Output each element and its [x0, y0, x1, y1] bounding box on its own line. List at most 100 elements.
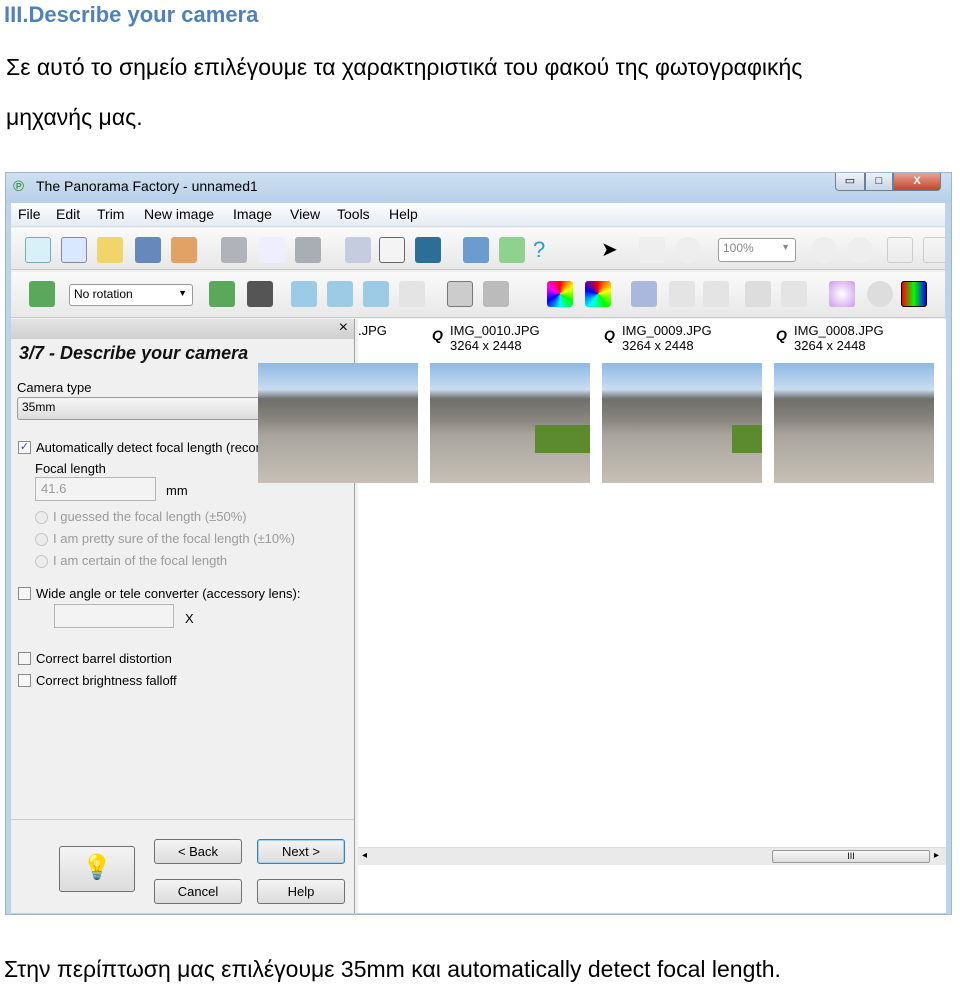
vertical-align-icon[interactable]: [703, 281, 729, 307]
open-folder-icon[interactable]: [97, 237, 123, 263]
menu-tools[interactable]: Tools: [337, 206, 370, 222]
rotation-select[interactable]: No rotation ▼: [69, 284, 193, 306]
package-icon[interactable]: [171, 237, 197, 263]
histogram-icon[interactable]: [901, 281, 927, 307]
window-title: The Panorama Factory - unnamed1: [36, 178, 258, 194]
align-icon[interactable]: [399, 281, 425, 307]
print-icon[interactable]: [295, 237, 321, 263]
app-screenshot: ℗ The Panorama Factory - unnamed1 ▭ □ X …: [5, 172, 952, 915]
hand-icon[interactable]: [639, 237, 665, 263]
color-gamut-icon[interactable]: [547, 281, 573, 307]
paste-icon[interactable]: [415, 237, 441, 263]
zoom-select[interactable]: 100% ▼: [718, 238, 796, 262]
magnifier-icon[interactable]: Q: [776, 327, 787, 343]
minimize-button[interactable]: ▭: [835, 173, 865, 191]
paragraph-line: Σε αυτό το σημείο επιλέγουμε τα χαρακτηρ…: [6, 54, 803, 80]
scroll-thumb[interactable]: III: [772, 850, 930, 863]
converter-unit: X: [185, 611, 194, 626]
menu-edit[interactable]: Edit: [56, 206, 80, 222]
magnifier-icon[interactable]: Q: [604, 327, 615, 343]
horizontal-scrollbar[interactable]: ◂ III ▸: [358, 847, 946, 865]
radio-certain[interactable]: [35, 555, 48, 568]
stitch-icon[interactable]: [631, 281, 657, 307]
radio-guessed-label: I guessed the focal length (±50%): [53, 509, 247, 524]
auto-detect-checkbox[interactable]: ✓: [18, 441, 31, 454]
color-wheel-icon[interactable]: [829, 281, 855, 307]
actual-size-icon[interactable]: [887, 237, 913, 263]
menu-file[interactable]: File: [18, 206, 41, 222]
main-toolbar: ? ➤ 100% ▼: [11, 228, 949, 270]
app-logo-icon: ℗: [13, 178, 25, 195]
barrel-label: Correct barrel distortion: [36, 651, 172, 666]
menu-trim[interactable]: Trim: [97, 206, 124, 222]
panorama-logo-icon[interactable]: [499, 237, 525, 263]
panel-divider: [11, 819, 354, 820]
menu-help[interactable]: Help: [389, 206, 418, 222]
book-icon[interactable]: [463, 237, 489, 263]
close-button[interactable]: X: [893, 173, 941, 191]
menu-new-image[interactable]: New image: [144, 206, 214, 222]
magnifier-icon[interactable]: Q: [432, 327, 443, 343]
radio-guessed[interactable]: [35, 511, 48, 524]
rotate-right-icon[interactable]: [327, 281, 353, 307]
save-icon[interactable]: [135, 237, 161, 263]
blend-icon[interactable]: [669, 281, 695, 307]
pointer-icon[interactable]: ➤: [601, 237, 627, 263]
title-bar: ℗ The Panorama Factory - unnamed1 ▭ □ X: [6, 173, 951, 203]
focal-length-input[interactable]: 41.6: [35, 477, 156, 501]
cut-icon[interactable]: [345, 237, 371, 263]
focal-unit: mm: [166, 483, 188, 498]
camera-type-label: Camera type: [17, 380, 92, 395]
cancel-button[interactable]: Cancel: [154, 879, 242, 904]
focal-length-label: Focal length: [35, 461, 106, 476]
barrel-checkbox[interactable]: [18, 652, 31, 665]
rotate-left-icon[interactable]: [291, 281, 317, 307]
converter-input[interactable]: [54, 604, 174, 628]
zoom-icon[interactable]: [675, 237, 701, 263]
image-toolbar: No rotation ▼: [11, 272, 945, 318]
panel-close-button[interactable]: ×: [339, 319, 348, 337]
crop-cut-icon[interactable]: [483, 281, 509, 307]
scroll-right-icon[interactable]: ▸: [934, 850, 939, 861]
radio-pretty-sure[interactable]: [35, 533, 48, 546]
image-thumbnail[interactable]: [774, 363, 934, 483]
zoom-out-icon[interactable]: [847, 237, 873, 263]
image-name: IMG_0008.JPG: [794, 323, 884, 338]
export-image-icon[interactable]: [209, 281, 235, 307]
wizard-icon[interactable]: [61, 237, 87, 263]
crop-image-icon[interactable]: [447, 281, 473, 307]
import-image-icon[interactable]: [29, 281, 55, 307]
filmstrip-icon[interactable]: [247, 281, 273, 307]
stretch-icon[interactable]: [745, 281, 771, 307]
scroll-left-icon[interactable]: ◂: [362, 850, 367, 861]
paragraph-line: μηχανής μας.: [6, 104, 143, 130]
menu-view[interactable]: View: [290, 206, 320, 222]
scan-icon[interactable]: [221, 237, 247, 263]
converter-checkbox[interactable]: [18, 587, 31, 600]
print-preview-icon[interactable]: [259, 237, 285, 263]
menu-image[interactable]: Image: [233, 206, 272, 222]
menu-bar: File Edit Trim New image Image View Tool…: [11, 203, 945, 227]
radio-certain-label: I am certain of the focal length: [53, 553, 228, 568]
help-button[interactable]: Help: [257, 879, 345, 904]
face-icon[interactable]: [867, 281, 893, 307]
next-button[interactable]: Next >: [257, 839, 345, 864]
brightness-checkbox[interactable]: [18, 674, 31, 687]
back-button[interactable]: < Back: [154, 839, 242, 864]
image-thumbnail[interactable]: [258, 363, 418, 483]
grid-icon[interactable]: [781, 281, 807, 307]
help-pointer-icon[interactable]: ?: [533, 237, 559, 263]
image-thumbnail[interactable]: [430, 363, 590, 483]
hint-bulb-button[interactable]: 💡: [59, 846, 135, 892]
image-name: .JPG: [358, 323, 387, 338]
rotate-180-icon[interactable]: [363, 281, 389, 307]
copy-icon[interactable]: [379, 237, 405, 263]
zoom-in-icon[interactable]: [811, 237, 837, 263]
lightbulb-icon: 💡: [82, 854, 112, 881]
color-inspect-icon[interactable]: [585, 281, 611, 307]
fit-icon[interactable]: [923, 237, 949, 263]
image-thumbnail[interactable]: [602, 363, 762, 483]
new-file-icon[interactable]: [25, 237, 51, 263]
maximize-button[interactable]: □: [865, 173, 893, 191]
panel-title: 3/7 - Describe your camera: [19, 343, 249, 363]
